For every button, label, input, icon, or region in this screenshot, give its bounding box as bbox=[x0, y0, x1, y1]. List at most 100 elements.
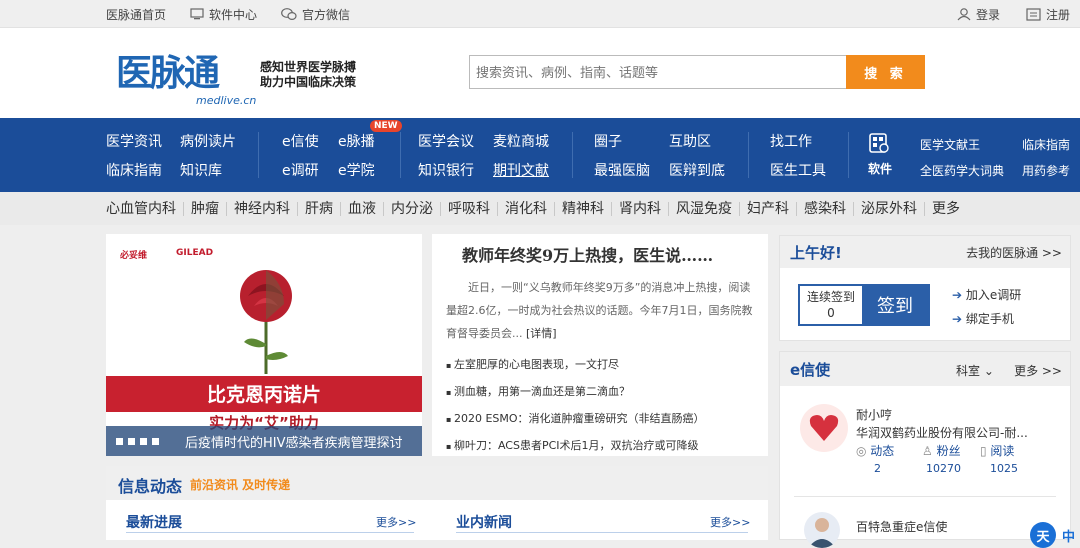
news-summary: 近日，一则“义乌教师年终奖9万多”的消息冲上热搜，阅读量超2.6亿，一时成为社会… bbox=[446, 276, 756, 345]
stat-posts: ◎ 动态 bbox=[856, 442, 894, 459]
nav-news[interactable]: 医学资讯 bbox=[106, 131, 162, 151]
news-item[interactable]: 测血糖，用第一滴血还是第二滴血？ bbox=[446, 379, 705, 406]
floating-label[interactable]: 中 bbox=[1062, 526, 1075, 545]
nav-cases[interactable]: 病例读片 bbox=[180, 131, 236, 151]
news-detail-link[interactable]: [详情] bbox=[526, 327, 557, 340]
site-logo[interactable]: 医脉通 medlive.cn bbox=[116, 38, 256, 108]
dept-dropdown[interactable]: 科室 ⌄ bbox=[956, 362, 994, 379]
tool-dictionary[interactable]: 全医药学大词典 bbox=[920, 162, 1004, 179]
monitor-icon bbox=[190, 8, 204, 20]
floating-assistant-icon[interactable]: 天 bbox=[1030, 522, 1056, 548]
bind-phone-label: 绑定手机 bbox=[965, 312, 1014, 326]
category-oncology[interactable]: 肿瘤 bbox=[183, 201, 226, 216]
industry-news-more[interactable]: 更多>> bbox=[710, 514, 750, 530]
latest-progress-title[interactable]: 最新进展 bbox=[126, 512, 182, 532]
avatar[interactable] bbox=[800, 404, 848, 452]
emessenger-more-link[interactable]: 更多 >> bbox=[1014, 362, 1062, 379]
software-icon[interactable] bbox=[868, 132, 890, 158]
home-link[interactable]: 医脉通首页 bbox=[106, 6, 166, 23]
category-cardiology[interactable]: 心血管内科 bbox=[106, 202, 183, 216]
category-gastro[interactable]: 消化科 bbox=[497, 201, 554, 216]
stat-reads: ▯ 阅读 bbox=[980, 442, 1014, 459]
category-urology[interactable]: 泌尿外科 bbox=[853, 201, 924, 216]
home-link-label: 医脉通首页 bbox=[106, 7, 167, 22]
nav-smart-brain[interactable]: 最强医脑 bbox=[594, 160, 650, 180]
nav-help-zone[interactable]: 互助区 bbox=[669, 131, 711, 151]
heart-icon bbox=[809, 415, 839, 441]
industry-news-title[interactable]: 业内新闻 bbox=[456, 512, 512, 532]
new-badge: NEW bbox=[370, 120, 402, 132]
search-button[interactable]: 搜 索 bbox=[846, 55, 925, 89]
main-nav: 医学资讯 病例读片 临床指南 知识库 e信使 e脉播 NEW e调研 e学院 医… bbox=[0, 118, 1080, 192]
streak-count: 0 bbox=[827, 306, 835, 320]
nav-circles[interactable]: 圈子 bbox=[594, 131, 622, 151]
news-item[interactable]: 2020 ESMO：消化道肿瘤重磅研究（非结直肠癌） bbox=[446, 406, 705, 433]
stat-fans: ♙ 粉丝 bbox=[922, 442, 961, 459]
top-bar: 医脉通首页 软件中心 官方微信 登录 注册 bbox=[0, 0, 1080, 28]
register-icon bbox=[1026, 7, 1041, 21]
wechat-icon bbox=[281, 7, 297, 21]
nav-debate[interactable]: 医辩到底 bbox=[669, 160, 725, 180]
person-icon bbox=[808, 518, 836, 548]
news-title[interactable]: 教师年终奖9万上热搜，医生说…… bbox=[462, 242, 713, 266]
nav-jobs[interactable]: 找工作 bbox=[770, 131, 812, 151]
register-label: 注册 bbox=[1045, 7, 1070, 22]
register-link[interactable]: 注册 bbox=[1026, 6, 1070, 23]
join-survey-link[interactable]: ➔ 加入e调研 bbox=[952, 286, 1021, 303]
news-item[interactable]: 左室肥厚的心电图表现，一文打尽 bbox=[446, 352, 705, 379]
divider bbox=[126, 532, 414, 533]
nav-emaibo[interactable]: e脉播 bbox=[338, 131, 375, 151]
user-name[interactable]: 耐小哼 bbox=[856, 406, 892, 423]
tool-literature-king[interactable]: 医学文献王 bbox=[920, 136, 980, 153]
latest-progress-more[interactable]: 更多>> bbox=[376, 514, 416, 530]
reads-count: 1025 bbox=[990, 462, 1018, 475]
nav-tools[interactable]: 医生工具 bbox=[770, 160, 826, 180]
stat-reads-label: 阅读 bbox=[990, 444, 1015, 458]
category-liver[interactable]: 肝病 bbox=[297, 201, 340, 216]
slogan-line-2: 助力中国临床决策 bbox=[260, 75, 357, 89]
banner-headline: 比克恩丙诺片 bbox=[206, 384, 321, 406]
nav-divider bbox=[572, 132, 573, 178]
avatar[interactable] bbox=[804, 512, 840, 548]
category-more[interactable]: 更多 bbox=[924, 201, 967, 216]
my-medlive-link[interactable]: 去我的医脉通 >> bbox=[966, 244, 1062, 261]
carousel-dots[interactable] bbox=[116, 437, 159, 445]
category-blood[interactable]: 血液 bbox=[340, 201, 383, 216]
user-company: 华润双鹤药业股份有限公司-耐... bbox=[856, 426, 1028, 440]
nav-mall[interactable]: 麦粒商城 bbox=[493, 131, 549, 151]
category-infectious[interactable]: 感染科 bbox=[796, 201, 853, 216]
category-nephrology[interactable]: 肾内科 bbox=[611, 201, 668, 216]
nav-meetings[interactable]: 医学会议 bbox=[418, 131, 474, 151]
streak-box: 连续签到 0 bbox=[800, 286, 862, 324]
tool-drug-reference[interactable]: 用药参考 bbox=[1022, 162, 1070, 179]
software-center-link[interactable]: 软件中心 bbox=[190, 6, 257, 23]
nav-emessenger[interactable]: e信使 bbox=[282, 131, 319, 151]
ad-banner[interactable]: 必妥维 GILEAD 比克恩丙诺片 实力为“艾”助力 后疫情时代的HIV感染者疾… bbox=[106, 234, 422, 456]
category-rheumatology[interactable]: 风湿免疫 bbox=[668, 201, 739, 216]
login-link[interactable]: 登录 bbox=[957, 6, 1000, 23]
news-item[interactable]: 柳叶刀：ACS患者PCI术后1月，双抗治疗或可降级 bbox=[446, 433, 705, 460]
nav-knowledge[interactable]: 知识库 bbox=[180, 160, 222, 180]
brand-logo-2: GILEAD bbox=[176, 248, 214, 258]
category-neurology[interactable]: 神经内科 bbox=[226, 201, 297, 216]
bind-phone-link[interactable]: ➔ 绑定手机 bbox=[952, 310, 1014, 327]
fans-icon: ♙ bbox=[922, 444, 937, 458]
nav-esurvey[interactable]: e调研 bbox=[282, 160, 319, 180]
nav-ecollege[interactable]: e学院 bbox=[338, 160, 375, 180]
category-endocrine[interactable]: 内分泌 bbox=[383, 201, 440, 216]
wechat-link[interactable]: 官方微信 bbox=[281, 6, 350, 23]
category-psychiatry[interactable]: 精神科 bbox=[554, 201, 611, 216]
user-name[interactable]: 百特急重症e信使 bbox=[856, 518, 947, 535]
nav-journals[interactable]: 期刊文献 bbox=[493, 160, 549, 180]
category-respiratory[interactable]: 呼吸科 bbox=[440, 201, 497, 216]
nav-knowledge-bank[interactable]: 知识银行 bbox=[418, 160, 474, 180]
tool-clinical-guide[interactable]: 临床指南 bbox=[1022, 136, 1070, 153]
search-input[interactable] bbox=[469, 55, 847, 89]
category-obgyn[interactable]: 妇产科 bbox=[739, 201, 796, 216]
header: 医脉通 medlive.cn 感知世界医学脉搏 助力中国临床决策 搜 索 bbox=[0, 28, 1080, 118]
sign-in-button[interactable]: 签到 bbox=[862, 286, 928, 324]
slogan: 感知世界医学脉搏 助力中国临床决策 bbox=[260, 60, 356, 90]
wechat-label: 官方微信 bbox=[302, 7, 351, 22]
nav-software[interactable]: 软件 bbox=[868, 160, 892, 177]
nav-guidelines[interactable]: 临床指南 bbox=[106, 160, 162, 180]
